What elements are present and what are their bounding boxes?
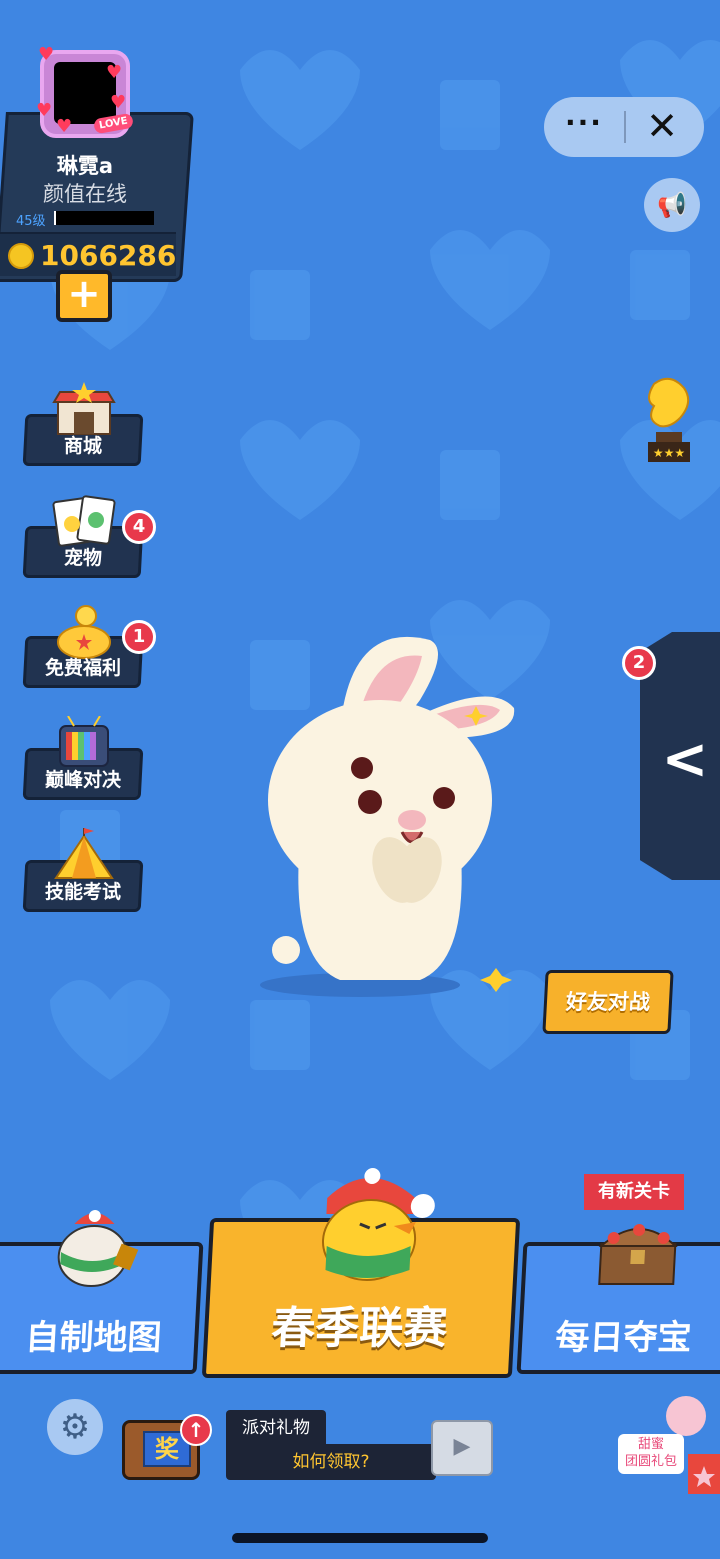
tent-icon (54, 828, 114, 879)
menu-item-label: 商城 (63, 435, 102, 457)
welfare-notification-badge: 1 (122, 620, 156, 654)
video-camera-icon[interactable]: ▶ (431, 1420, 493, 1476)
spring-league-label: 春季联赛 (270, 1303, 449, 1354)
party-gift-panel[interactable]: 派对礼物 如何领取? ▶ (226, 1410, 496, 1480)
custom-map-button[interactable]: 自制地图 (0, 1210, 204, 1374)
home-indicator[interactable] (232, 1533, 488, 1543)
avatar[interactable]: ♥ ♥ ♥ ♥ ♥ LOVE (36, 46, 134, 138)
heart-icon: ♥ (110, 92, 127, 113)
daily-treasure-button[interactable]: 每日夺宝 (516, 1224, 720, 1374)
gift-label-line1: 甜蜜 (637, 1437, 664, 1452)
coin-icon (8, 243, 34, 269)
menu-item-peak-battle[interactable]: 巅峰对决 (22, 716, 144, 800)
friend-battle-button[interactable]: 好友对战 (542, 970, 674, 1034)
player-name: 琳霓a (56, 154, 114, 178)
capsule-divider (624, 111, 626, 143)
mini-program-capsule: ··· ✕ (544, 97, 704, 157)
svg-text:★★★: ★★★ (653, 446, 685, 460)
player-level: 45级 (16, 214, 46, 229)
heart-icon: ♥ (106, 62, 123, 83)
sweet-reunion-gift-button[interactable]: 甜蜜 团圆礼包 (612, 1390, 720, 1498)
level-progress-bar (54, 211, 154, 225)
tv-icon (59, 716, 109, 767)
menu-item-label: 宠物 (63, 547, 102, 569)
more-options-icon[interactable]: ··· (558, 105, 610, 149)
menu-item-label: 技能考试 (44, 881, 121, 903)
gear-icon: ⚙ (59, 1407, 91, 1447)
menu-item-label: 免费福利 (44, 657, 121, 679)
snowman-character-icon (57, 1210, 139, 1287)
pet-cards-icon (52, 495, 116, 547)
spring-league-button[interactable]: 春季联赛 (201, 1168, 521, 1378)
treasure-chest-icon (598, 1224, 678, 1285)
settings-button[interactable]: ⚙ (47, 1399, 103, 1455)
heart-icon: ♥ (56, 116, 73, 137)
megaphone-icon: 📢 (657, 191, 687, 219)
close-icon[interactable]: ✕ (640, 105, 684, 149)
how-to-claim-link[interactable]: 如何领取? (226, 1444, 436, 1480)
party-gift-title: 派对礼物 (226, 1410, 326, 1446)
rabbit-character (260, 636, 515, 997)
custom-map-label: 自制地图 (24, 1318, 163, 1358)
duck-character-icon (321, 1168, 435, 1281)
gift-label: 甜蜜 团圆礼包 (618, 1434, 684, 1474)
add-coins-button[interactable]: + (56, 270, 112, 322)
menu-item-shop[interactable]: 商城 (22, 382, 144, 466)
piggy-bank-icon (57, 605, 111, 659)
pet-notification-badge: 4 (122, 510, 156, 544)
arrow-up-icon: ↑ (180, 1414, 212, 1446)
shop-icon (52, 382, 116, 435)
menu-item-label: 巅峰对决 (44, 769, 121, 791)
chevron-left-icon[interactable]: < (660, 720, 710, 800)
leaderboard-trophy-icon[interactable]: ★★★ (634, 374, 704, 466)
side-panel-badge: 2 (622, 646, 656, 680)
menu-item-skill-test[interactable]: 技能考试 (22, 828, 144, 912)
heart-icon: ♥ (38, 44, 55, 65)
new-level-tag: 有新关卡 (584, 1174, 684, 1210)
coin-amount: 1066286 (40, 239, 177, 272)
player-title: 颜值在线 (43, 182, 127, 206)
announcement-button[interactable]: 📢 (644, 178, 700, 232)
heart-icon: ♥ (36, 100, 53, 121)
daily-treasure-label: 每日夺宝 (554, 1318, 693, 1358)
gift-label-line2: 团圆礼包 (624, 1454, 677, 1469)
